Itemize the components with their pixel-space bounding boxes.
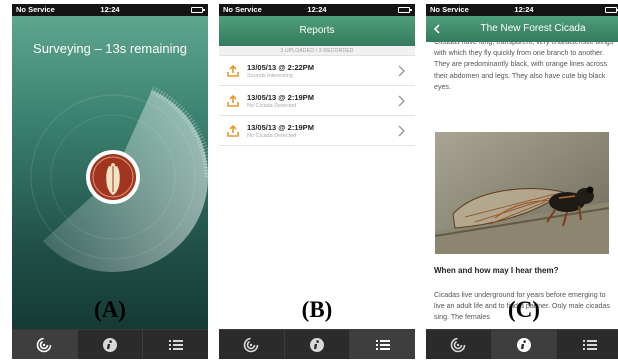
tab-bar — [219, 329, 415, 359]
page-title: The New Forest Cicada — [480, 23, 586, 34]
report-note: No Cicada Detected — [247, 133, 297, 139]
report-row[interactable]: 13/05/13 @ 2:22PM Sounds Interesting — [219, 56, 415, 86]
reports-list: 3 UPLOADED / 3 RECORDED 13/05/13 @ 2:22P… — [219, 46, 415, 329]
chevron-right-icon — [398, 95, 405, 107]
back-chevron-icon[interactable] — [434, 24, 440, 34]
status-bar: No Service 12:24 — [426, 4, 618, 16]
battery-icon — [191, 7, 205, 13]
article-nav-bar: The New Forest Cicada — [426, 16, 618, 42]
report-note: No Cicada Detected — [247, 103, 297, 109]
report-date: 13/05/13 @ 2:22PM — [247, 63, 314, 72]
tab-bar — [426, 329, 618, 359]
panel-label: (B) — [301, 297, 333, 322]
chevron-right-icon — [398, 65, 405, 77]
survey-spiral-icon — [37, 337, 52, 352]
clock: 12:24 — [307, 5, 327, 14]
tab-info[interactable] — [285, 330, 351, 359]
tab-list[interactable] — [143, 330, 208, 359]
survey-background: Surveying – 13s remaining — [12, 16, 208, 329]
uploaded-icon — [227, 65, 239, 77]
report-date: 13/05/13 @ 2:19PM — [247, 93, 314, 102]
page-title: Reports — [299, 25, 335, 36]
report-note: Sounds Interesting — [247, 73, 293, 79]
tab-bar — [12, 329, 208, 359]
article-intro: Cicadas have long, transparent, very cha… — [434, 42, 614, 91]
report-row[interactable]: 13/05/13 @ 2:19PM No Cicada Detected — [219, 116, 415, 146]
article-content[interactable]: Cicadas have long, transparent, very cha… — [426, 42, 618, 329]
clock: 12:24 — [514, 5, 534, 14]
chevron-right-icon — [398, 125, 405, 137]
clock: 12:24 — [100, 5, 120, 14]
tab-survey[interactable] — [12, 330, 78, 359]
status-bar: No Service 12:24 — [219, 4, 415, 16]
section-heading: When and how may I hear them? — [434, 266, 559, 275]
panel-label: (C) — [508, 297, 540, 322]
info-icon — [310, 337, 324, 352]
cicada-photo — [435, 132, 609, 254]
list-icon — [375, 339, 390, 350]
survey-spiral-icon — [244, 337, 259, 352]
tab-survey[interactable] — [219, 330, 285, 359]
reports-summary: 3 UPLOADED / 3 RECORDED — [219, 46, 415, 56]
info-icon — [103, 337, 117, 352]
list-icon — [168, 339, 183, 350]
panel-label: (A) — [94, 297, 126, 322]
tab-info[interactable] — [491, 330, 558, 359]
report-row[interactable]: 13/05/13 @ 2:19PM No Cicada Detected — [219, 86, 415, 116]
phone-article-screen: No Service 12:24 The New Forest Cicada C… — [426, 4, 618, 359]
status-bar: No Service 12:24 — [12, 4, 208, 16]
tab-list[interactable] — [557, 330, 618, 359]
survey-progress-radar — [30, 86, 208, 272]
tab-survey[interactable] — [426, 330, 492, 359]
tab-list[interactable] — [350, 330, 415, 359]
tab-info[interactable] — [78, 330, 144, 359]
info-icon — [517, 337, 531, 352]
report-date: 13/05/13 @ 2:19PM — [247, 123, 314, 132]
reports-nav-bar: Reports — [219, 16, 415, 46]
uploaded-icon — [227, 95, 239, 107]
list-icon — [582, 339, 597, 350]
uploaded-icon — [227, 125, 239, 137]
phone-reports-screen: No Service 12:24 Reports 3 UPLOADED / 3 … — [219, 4, 415, 359]
battery-icon — [605, 7, 618, 13]
phone-survey-screen: No Service 12:24 Surveying – 13s remaini… — [12, 4, 208, 359]
survey-spiral-icon — [451, 337, 466, 352]
battery-icon — [398, 7, 412, 13]
